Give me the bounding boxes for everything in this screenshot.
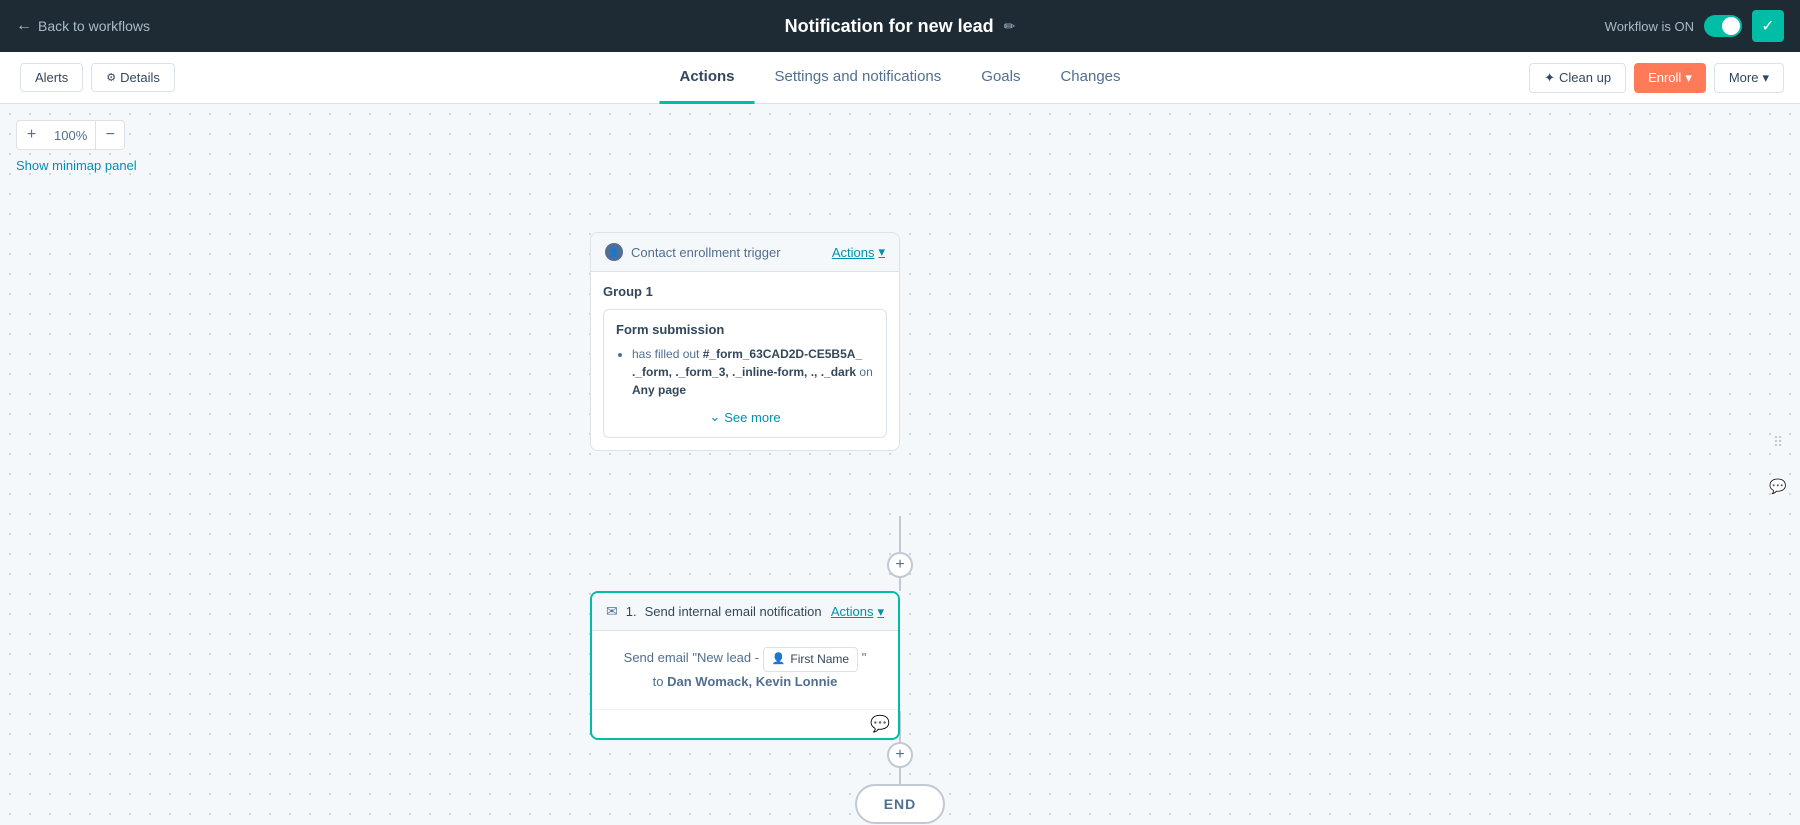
chat-bubble-icon[interactable]: 💬: [1764, 473, 1792, 501]
closing-quote: ": [862, 650, 867, 665]
alerts-button[interactable]: Alerts: [20, 63, 83, 92]
zoom-controls: + 100% −: [16, 120, 125, 150]
end-node: END: [855, 784, 945, 824]
see-more-link[interactable]: ⌄ See more: [616, 409, 874, 425]
workflow-title: Notification for new lead: [785, 16, 994, 37]
trigger-actions-label: Actions: [832, 245, 875, 260]
recipients: Dan Womack, Kevin Lonnie: [667, 674, 837, 689]
enroll-button[interactable]: Enroll ▾: [1634, 63, 1706, 93]
action-header-left: ✉ 1. Send internal email notification: [606, 603, 822, 620]
action-footer: 💬: [592, 709, 898, 738]
more-button[interactable]: More ▾: [1714, 63, 1784, 93]
zoom-in-button[interactable]: +: [16, 120, 46, 150]
more-label: More: [1729, 70, 1759, 85]
first-name-badge: 👤 First Name: [763, 647, 858, 672]
show-minimap-link[interactable]: Show minimap panel: [16, 158, 137, 173]
sub-nav-right: ✦ Clean up Enroll ▾ More ▾: [1529, 63, 1784, 93]
workflow-status: Workflow is ON ✓: [1605, 10, 1784, 42]
tab-changes[interactable]: Changes: [1040, 52, 1140, 104]
save-checkmark-button[interactable]: ✓: [1752, 10, 1784, 42]
zoom-level: 100%: [46, 120, 95, 150]
tab-actions[interactable]: Actions: [659, 52, 754, 104]
badge-label: First Name: [790, 650, 849, 669]
to-label: to: [653, 674, 664, 689]
sub-nav-left: Alerts ⚙ Details: [20, 63, 175, 92]
details-icon: ⚙: [106, 71, 116, 84]
step-number: 1.: [626, 604, 637, 619]
grid-dots-icon[interactable]: ⠿: [1764, 429, 1792, 457]
back-to-workflows-link[interactable]: ← Back to workflows: [16, 17, 150, 35]
tab-settings[interactable]: Settings and notifications: [755, 52, 962, 104]
trigger-node: 👤 Contact enrollment trigger Actions ▾ G…: [590, 232, 900, 451]
trigger-header: 👤 Contact enrollment trigger Actions ▾: [591, 233, 899, 272]
add-step-button-1[interactable]: +: [887, 552, 913, 578]
action-header: ✉ 1. Send internal email notification Ac…: [592, 593, 898, 631]
add-icon-2[interactable]: +: [887, 742, 913, 768]
email-title: "New lead -: [692, 650, 759, 665]
trigger-header-left: 👤 Contact enrollment trigger: [605, 243, 781, 261]
form-submission-title: Form submission: [616, 322, 874, 337]
see-more-label: See more: [724, 410, 780, 425]
end-node-container: END: [855, 784, 945, 824]
details-label: Details: [120, 70, 160, 85]
group-label: Group 1: [603, 284, 887, 299]
person-icon: 👤: [772, 651, 786, 669]
filled-out-text: has filled out: [632, 347, 703, 361]
end-label: END: [884, 796, 917, 812]
edit-icon[interactable]: ✏: [1004, 18, 1016, 35]
clean-label: Clean up: [1559, 70, 1611, 85]
add-step-button-2[interactable]: +: [887, 742, 913, 768]
send-email-label: Send email: [624, 650, 689, 665]
trigger-body: Group 1 Form submission has filled out #…: [591, 272, 899, 450]
workflow-canvas: + 100% − Show minimap panel 👤 Contact en…: [0, 104, 1800, 825]
details-button[interactable]: ⚙ Details: [91, 63, 175, 92]
sub-nav: Alerts ⚙ Details Actions Settings and no…: [0, 52, 1800, 104]
add-icon-1[interactable]: +: [887, 552, 913, 578]
workflow-on-label: Workflow is ON: [1605, 19, 1694, 34]
email-icon: ✉: [606, 603, 618, 620]
action-actions-dropdown[interactable]: Actions ▾: [831, 604, 884, 620]
clean-up-button[interactable]: ✦ Clean up: [1529, 63, 1626, 93]
trigger-actions-dropdown[interactable]: Actions ▾: [832, 244, 885, 260]
comment-icon[interactable]: 💬: [870, 714, 890, 734]
trigger-actions-chevron-icon: ▾: [878, 244, 885, 260]
enroll-label: Enroll: [1648, 70, 1681, 85]
form-submission-card[interactable]: Form submission has filled out #_form_63…: [603, 309, 887, 438]
connector-svg: [0, 104, 1800, 825]
form-submission-content: has filled out #_form_63CAD2D-CE5B5A_ ._…: [616, 345, 874, 399]
action-node: ✉ 1. Send internal email notification Ac…: [590, 591, 900, 740]
back-label: Back to workflows: [38, 18, 150, 34]
zoom-out-button[interactable]: −: [95, 120, 125, 150]
workflow-toggle[interactable]: [1704, 15, 1742, 37]
enroll-chevron-icon: ▾: [1685, 70, 1692, 86]
top-bar: ← Back to workflows Notification for new…: [0, 0, 1800, 52]
tab-goals[interactable]: Goals: [961, 52, 1040, 104]
sub-nav-tabs: Actions Settings and notifications Goals…: [659, 52, 1140, 104]
contact-icon: 👤: [605, 243, 623, 261]
action-actions-label: Actions: [831, 604, 874, 619]
any-page-highlight: Any page: [632, 383, 686, 397]
trigger-label: Contact enrollment trigger: [631, 245, 781, 260]
right-panel-icons: ⠿ 💬: [1756, 419, 1800, 511]
see-more-chevron-icon: ⌄: [709, 409, 720, 425]
action-body: Send email "New lead - 👤 First Name " to…: [592, 631, 898, 709]
more-chevron-icon: ▾: [1762, 70, 1769, 86]
action-label: Send internal email notification: [645, 604, 822, 619]
workflow-title-area: Notification for new lead ✏: [785, 16, 1016, 37]
clean-icon: ✦: [1544, 70, 1555, 86]
back-arrow-icon: ←: [16, 17, 32, 35]
action-actions-chevron-icon: ▾: [877, 604, 884, 620]
on-text: on: [859, 365, 872, 379]
